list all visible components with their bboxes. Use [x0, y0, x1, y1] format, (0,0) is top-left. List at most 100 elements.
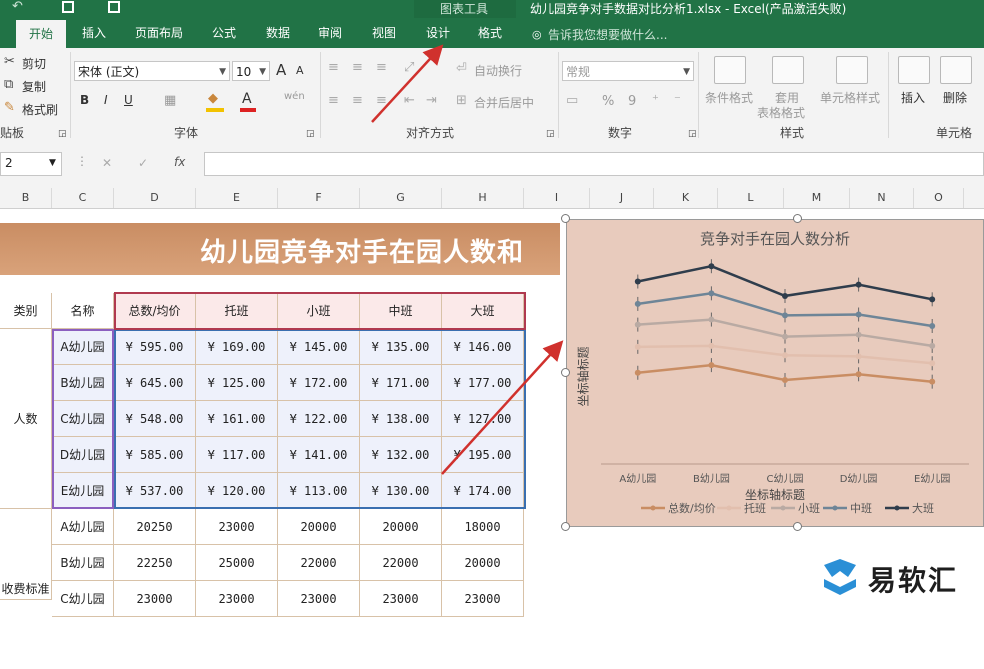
dialog-launcher-icon[interactable]: ◲: [58, 126, 67, 142]
column-header[interactable]: J: [590, 188, 654, 208]
column-header[interactable]: C: [52, 188, 114, 208]
value-cell[interactable]: ¥ 117.00: [196, 437, 278, 473]
print-preview-icon[interactable]: [108, 1, 120, 13]
data-point[interactable]: [929, 360, 936, 367]
dialog-launcher-icon[interactable]: ◲: [688, 126, 697, 142]
chart-resize-handle[interactable]: [793, 522, 802, 531]
cell-styles-button[interactable]: 单元格样式: [820, 89, 880, 106]
value-cell[interactable]: ¥ 145.00: [278, 329, 360, 365]
value-cell[interactable]: 23000: [278, 581, 360, 617]
table-header-cell[interactable]: 中班: [360, 293, 442, 329]
value-cell[interactable]: ¥ 537.00: [114, 473, 196, 509]
data-point[interactable]: [708, 342, 715, 349]
column-header[interactable]: D: [114, 188, 196, 208]
table-header-cell[interactable]: 类别: [0, 293, 52, 329]
value-cell[interactable]: 23000: [196, 509, 278, 545]
italic-button[interactable]: I: [104, 93, 108, 107]
data-point[interactable]: [708, 290, 715, 297]
name-cell[interactable]: D幼儿园: [52, 437, 114, 473]
table-header-cell[interactable]: 总数/均价: [114, 293, 196, 329]
value-cell[interactable]: ¥ 120.00: [196, 473, 278, 509]
data-point[interactable]: [708, 263, 715, 270]
value-cell[interactable]: 20000: [442, 545, 524, 581]
value-cell[interactable]: 23000: [442, 581, 524, 617]
tab-home[interactable]: 开始: [16, 20, 66, 48]
data-point[interactable]: [782, 333, 788, 340]
value-cell[interactable]: ¥ 645.00: [114, 365, 196, 401]
tab-page-layout[interactable]: 页面布局: [126, 18, 192, 48]
column-header[interactable]: N: [850, 188, 914, 208]
delete-cells-button[interactable]: 删除: [943, 89, 967, 106]
dialog-launcher-icon[interactable]: ◲: [546, 126, 555, 142]
data-point[interactable]: [929, 323, 936, 329]
chevron-down-icon[interactable]: ▼: [49, 158, 56, 168]
data-point[interactable]: [708, 362, 715, 369]
column-header[interactable]: M: [784, 188, 850, 208]
legend-entry[interactable]: 托班: [717, 501, 766, 515]
data-point[interactable]: [855, 371, 862, 378]
grow-font-button[interactable]: A: [276, 61, 286, 79]
value-cell[interactable]: ¥ 161.00: [196, 401, 278, 437]
data-point[interactable]: [855, 311, 862, 318]
value-cell[interactable]: 25000: [196, 545, 278, 581]
value-cell[interactable]: ¥ 585.00: [114, 437, 196, 473]
column-header[interactable]: B: [0, 188, 52, 208]
column-header[interactable]: H: [442, 188, 524, 208]
name-cell[interactable]: A幼儿园: [52, 509, 114, 545]
chart-resize-handle[interactable]: [793, 214, 802, 223]
tab-format[interactable]: 格式: [468, 18, 512, 48]
save-icon[interactable]: [62, 1, 74, 13]
tab-data[interactable]: 数据: [254, 18, 302, 48]
fill-color-icon[interactable]: ◆: [208, 91, 218, 107]
value-cell[interactable]: ¥ 130.00: [360, 473, 442, 509]
merge-center-button[interactable]: 合并后居中: [474, 94, 534, 111]
value-cell[interactable]: ¥ 146.00: [442, 329, 524, 365]
name-cell[interactable]: B幼儿园: [52, 545, 114, 581]
tab-insert[interactable]: 插入: [72, 18, 116, 48]
data-point[interactable]: [634, 278, 641, 285]
tab-design[interactable]: 设计: [416, 18, 460, 48]
name-cell[interactable]: C幼儿园: [52, 401, 114, 437]
table-header-cell[interactable]: 小班: [278, 293, 360, 329]
decrease-indent-icon[interactable]: ⇤: [404, 93, 415, 109]
data-point[interactable]: [634, 369, 641, 376]
chart-resize-handle[interactable]: [561, 214, 570, 223]
value-cell[interactable]: 20250: [114, 509, 196, 545]
value-cell[interactable]: ¥ 122.00: [278, 401, 360, 437]
comma-button[interactable]: 9: [628, 94, 636, 109]
insert-function-icon[interactable]: fx: [174, 155, 185, 169]
table-header-cell[interactable]: 托班: [196, 293, 278, 329]
value-cell[interactable]: 23000: [114, 581, 196, 617]
value-cell[interactable]: 20000: [278, 509, 360, 545]
data-point[interactable]: [634, 343, 641, 350]
value-cell[interactable]: ¥ 195.00: [442, 437, 524, 473]
wrap-text-button[interactable]: 自动换行: [474, 62, 522, 79]
y-axis-title[interactable]: 坐标轴标题: [575, 337, 592, 417]
tab-view[interactable]: 视图: [360, 18, 408, 48]
column-header[interactable]: F: [278, 188, 360, 208]
align-left-icon[interactable]: ≡: [328, 93, 339, 109]
legend-entry[interactable]: 中班: [823, 502, 872, 515]
chart-resize-handle[interactable]: [561, 522, 570, 531]
name-cell[interactable]: B幼儿园: [52, 365, 114, 401]
name-cell[interactable]: E幼儿园: [52, 473, 114, 509]
value-cell[interactable]: ¥ 174.00: [442, 473, 524, 509]
data-point[interactable]: [929, 296, 936, 303]
value-cell[interactable]: ¥ 548.00: [114, 401, 196, 437]
undo-icon[interactable]: ↶: [12, 0, 23, 14]
value-cell[interactable]: ¥ 595.00: [114, 329, 196, 365]
value-cell[interactable]: 23000: [360, 581, 442, 617]
value-cell[interactable]: ¥ 125.00: [196, 365, 278, 401]
percent-button[interactable]: %: [602, 94, 614, 109]
table-header-cell[interactable]: 名称: [52, 293, 114, 329]
tab-review[interactable]: 审阅: [306, 18, 354, 48]
data-point[interactable]: [855, 331, 862, 338]
align-right-icon[interactable]: ≡: [376, 93, 387, 109]
phonetic-button[interactable]: wén: [284, 91, 305, 102]
font-size-select[interactable]: 10 ▼: [232, 61, 270, 81]
value-cell[interactable]: ¥ 177.00: [442, 365, 524, 401]
x-axis-title[interactable]: 坐标轴标题: [567, 486, 983, 503]
value-cell[interactable]: 20000: [360, 509, 442, 545]
column-header[interactable]: O: [914, 188, 964, 208]
data-point[interactable]: [708, 316, 715, 323]
